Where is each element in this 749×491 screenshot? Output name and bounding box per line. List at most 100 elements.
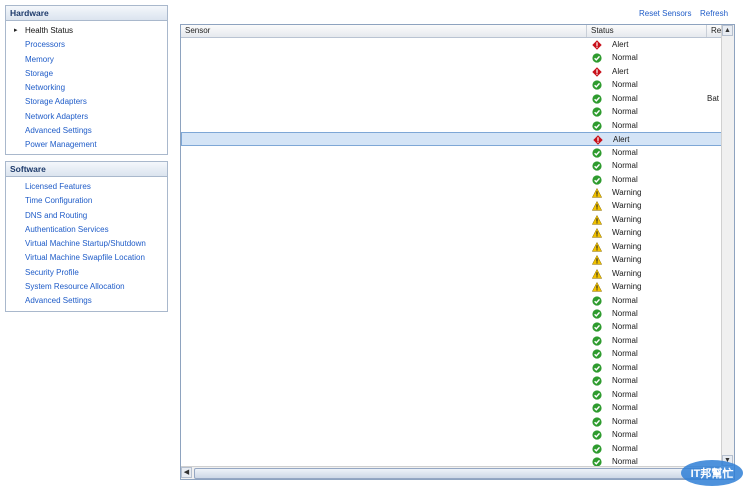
sidebar-item-label: Storage: [25, 68, 54, 78]
normal-status-icon: [592, 349, 602, 359]
status-label: Normal: [612, 295, 638, 305]
warning-status-icon: [591, 201, 603, 212]
table-row[interactable]: Drive 3 on controller 0 Fw: 0A80 - ONLIN…: [181, 146, 734, 159]
table-row[interactable]: Port 4 on Controller 0Normal: [181, 347, 734, 360]
sidebar-item-advanced-settings[interactable]: Advanced Settings: [6, 124, 167, 138]
horizontal-scroll-thumb[interactable]: [194, 468, 716, 479]
status-label: Warning: [612, 201, 642, 211]
table-row[interactable]: Drive 2 on controller 0 Fw: 0A80 - FAILE…: [181, 132, 734, 146]
sidebar-item-health-status[interactable]: ▸ Health Status: [6, 24, 167, 38]
scroll-left-arrow-icon[interactable]: ◀: [181, 467, 192, 478]
sidebar-item-label: Authentication Services: [25, 224, 109, 234]
sidebar-item-memory[interactable]: Memory: [6, 53, 167, 67]
sidebar-item-label: Storage Adapters: [25, 97, 87, 107]
itbang-watermark-logo: IT邦幫忙: [681, 460, 743, 486]
refresh-link[interactable]: Refresh: [700, 9, 728, 18]
status-label: Warning: [612, 241, 642, 251]
table-header: Sensor Status Rea: [181, 25, 734, 38]
software-panel: Software Licensed Features Time Configura…: [5, 161, 168, 312]
sidebar-item-system-resource-allocation[interactable]: System Resource Allocation: [6, 280, 167, 294]
table-row[interactable]: −Acer AR385 F1Alert: [181, 38, 734, 51]
table-row[interactable]: +ProcessorsNormal: [181, 51, 734, 64]
sidebar-item-label: Security Profile: [25, 267, 79, 277]
sidebar-item-label: System Resource Allocation: [25, 282, 125, 292]
sidebar-item-advanced-settings[interactable]: Advanced Settings: [6, 294, 167, 308]
table-row[interactable]: Battery on Controller 0NormalBat: [181, 92, 734, 105]
table-row[interactable]: RAID 5 R5-1TB-Disk7 Logical Volume 7 on …: [181, 280, 734, 293]
sidebar-item-dns-and-routing[interactable]: DNS and Routing: [6, 209, 167, 223]
normal-status-icon: [592, 416, 602, 427]
normal-status-icon: [592, 322, 602, 333]
status-label: Normal: [612, 147, 638, 157]
sidebar-item-security-profile[interactable]: Security Profile: [6, 266, 167, 280]
normal-status-icon: [592, 161, 602, 171]
status-label: Warning: [612, 214, 642, 224]
table-row[interactable]: Port 7 on Controller 0Normal: [181, 388, 734, 401]
sidebar-item-virtual-machine-startup-shutdown[interactable]: Virtual Machine Startup/Shutdown: [6, 237, 167, 251]
table-row[interactable]: Port 6 on Controller 0Normal: [181, 374, 734, 387]
reset-sensors-link[interactable]: Reset Sensors: [639, 9, 691, 18]
table-row[interactable]: Port 2 on Controller 0Normal: [181, 320, 734, 333]
status-label: Normal: [612, 309, 638, 318]
column-header-sensor[interactable]: Sensor: [181, 25, 587, 37]
table-row[interactable]: Drive 0 on controller 0 Fw: 0A80 - ONLIN…: [181, 105, 734, 118]
status-label: Normal: [612, 161, 638, 171]
sidebar-item-virtual-machine-swapfile-location[interactable]: Virtual Machine Swapfile Location: [6, 251, 167, 265]
table-row[interactable]: RAID 5 R5-2TB-Disk6 Logical Volume 6 on …: [181, 267, 734, 280]
warning-status-icon: [591, 268, 603, 279]
sidebar-item-power-management[interactable]: Power Management: [6, 138, 167, 152]
status-label: Normal: [612, 322, 638, 332]
sidebar-item-network-adapters[interactable]: Network Adapters: [6, 110, 167, 124]
table-row[interactable]: Port 1 on Controller 0Normal: [181, 307, 734, 320]
table-row[interactable]: +VoltageNormal: [181, 415, 734, 428]
normal-status-icon: [592, 121, 602, 131]
sidebar-item-licensed-features[interactable]: Licensed Features: [6, 180, 167, 194]
sidebar-item-networking[interactable]: Networking: [6, 81, 167, 95]
table-row[interactable]: Controller 0 (Normal: [181, 78, 734, 91]
normal-status-icon: [592, 390, 602, 400]
table-row[interactable]: +FanNormal: [181, 401, 734, 414]
normal-status-icon: [592, 53, 602, 64]
status-label: Normal: [612, 53, 638, 63]
sidebar-item-storage-adapters[interactable]: Storage Adapters: [6, 95, 167, 109]
table-row[interactable]: Drive 5 on controller 0 Fw: 0A80 - ONLIN…: [181, 173, 734, 186]
table-row[interactable]: RAID 5 R5-2TB-Boot Logical Volume 0 on c…: [181, 186, 734, 199]
vertical-scrollbar[interactable]: ▲ ▼: [721, 25, 734, 466]
hardware-panel-title: Hardware: [6, 6, 167, 21]
status-label: Alert: [612, 40, 629, 49]
alert-status-icon: [592, 40, 602, 50]
table-row[interactable]: RAID 5 R5-2TB-Disk4 Logical Volume 4 on …: [181, 240, 734, 253]
table-row[interactable]: Drive 1 on controller 0 Fw: 0A80 - ONLIN…: [181, 119, 734, 132]
table-row[interactable]: Drive 4 on controller 0 Fw: 0A80 - ONLIN…: [181, 159, 734, 172]
sidebar-item-label: Licensed Features: [25, 182, 91, 191]
table-row[interactable]: RAID 5 R5-2TB-Disk2 Logical Volume 2 on …: [181, 213, 734, 226]
sidebar-item-processors[interactable]: Processors: [6, 38, 167, 52]
table-row[interactable]: Port 5 on Controller 0Normal: [181, 361, 734, 374]
sidebar-item-authentication-services[interactable]: Authentication Services: [6, 223, 167, 237]
table-row[interactable]: RAID 5 R5-2TB-Disk1 Logical Volume 1 on …: [181, 199, 734, 212]
normal-status-icon: [592, 94, 602, 104]
status-label: Normal: [612, 174, 638, 184]
table-row[interactable]: RAID 5 R5-2TB-Disk3 Logical Volume 3 on …: [181, 226, 734, 239]
status-label: Normal: [612, 93, 638, 103]
hardware-panel: Hardware ▸ Health Status Processors Memory S…: [5, 5, 168, 155]
warning-status-icon: [591, 187, 603, 198]
table-row[interactable]: +TemperatureNormal: [181, 428, 734, 441]
table-row[interactable]: +Software ComponentsNormal: [181, 442, 734, 455]
alert-status-icon: [592, 67, 602, 77]
status-label: Normal: [612, 120, 638, 130]
horizontal-scrollbar[interactable]: ◀ ▶: [181, 466, 721, 479]
status-label: Normal: [612, 416, 638, 426]
sidebar-item-time-configuration[interactable]: Time Configuration: [6, 194, 167, 208]
status-label: Alert: [612, 66, 629, 76]
software-panel-title: Software: [6, 162, 167, 177]
status-label: Normal: [612, 335, 638, 345]
table-row[interactable]: RAID 5 R5-2TB-Disk5 Logical Volume 5 on …: [181, 253, 734, 266]
column-header-status[interactable]: Status: [587, 25, 707, 37]
table-row[interactable]: Port 3 on Controller 0Normal: [181, 334, 734, 347]
scroll-up-arrow-icon[interactable]: ▲: [722, 25, 733, 36]
table-row[interactable]: Port 0 on Controller 0Normal: [181, 294, 734, 307]
table-row[interactable]: −StorageAlert: [181, 65, 734, 78]
sidebar-item-storage[interactable]: Storage: [6, 67, 167, 81]
status-label: Normal: [612, 80, 638, 90]
